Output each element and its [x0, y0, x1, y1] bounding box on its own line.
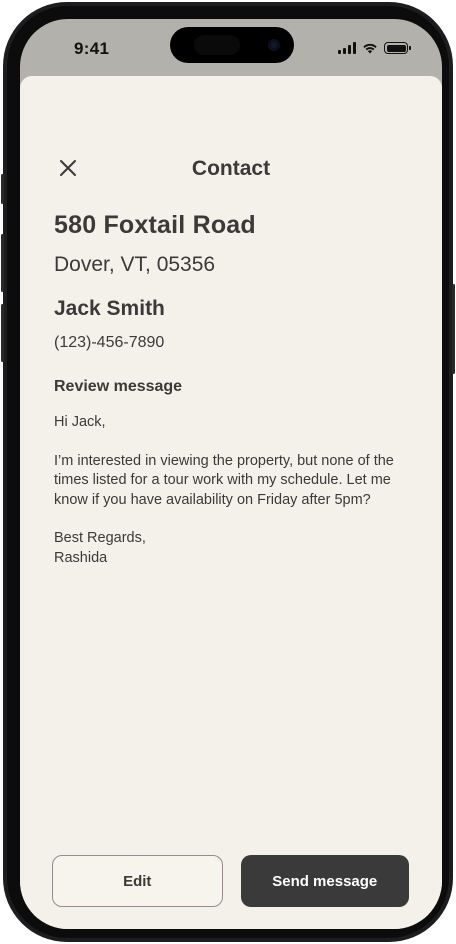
review-message-label: Review message	[54, 378, 183, 395]
cellular-signal-icon	[338, 42, 356, 54]
contact-name: Jack Smith	[54, 297, 165, 320]
front-camera	[268, 39, 280, 51]
action-buttons: Edit Send message	[52, 855, 409, 907]
contact-content: 580 Foxtail Road Dover, VT, 05356 Jack S…	[54, 209, 408, 568]
send-message-button[interactable]: Send message	[240, 855, 409, 907]
wifi-icon	[363, 43, 377, 54]
status-bar: 9:41	[20, 19, 442, 79]
volume-up-button	[1, 234, 4, 292]
sheet-header: Contact	[20, 150, 442, 190]
message-signature: Rashida	[54, 549, 108, 566]
review-message: Hi Jack, I’m interested in viewing the p…	[54, 413, 408, 568]
page-title: Contact	[191, 157, 271, 180]
battery-level	[386, 44, 406, 52]
property-address-city: Dover, VT, 05356	[54, 253, 216, 276]
island-sensor	[194, 35, 240, 55]
volume-down-button	[1, 304, 4, 362]
phone-frame: 9:41 Contact 580 Foxtail Road Dover, VT,…	[1, 2, 455, 942]
screen: 9:41 Contact 580 Foxtail Road Dover, VT,…	[20, 19, 442, 929]
battery-icon	[384, 42, 411, 54]
dynamic-island	[170, 27, 294, 63]
message-body: I’m interested in viewing the property, …	[54, 452, 394, 508]
action-button	[1, 174, 4, 204]
property-address-street: 580 Foxtail Road	[54, 211, 256, 239]
status-time: 9:41	[74, 39, 110, 58]
message-closing: Best Regards,	[54, 530, 146, 546]
message-greeting: Hi Jack,	[54, 414, 106, 430]
power-button	[452, 284, 455, 374]
status-icons	[338, 41, 411, 55]
contact-phone: (123)-456-7890	[54, 334, 165, 351]
edit-button[interactable]: Edit	[52, 855, 223, 907]
